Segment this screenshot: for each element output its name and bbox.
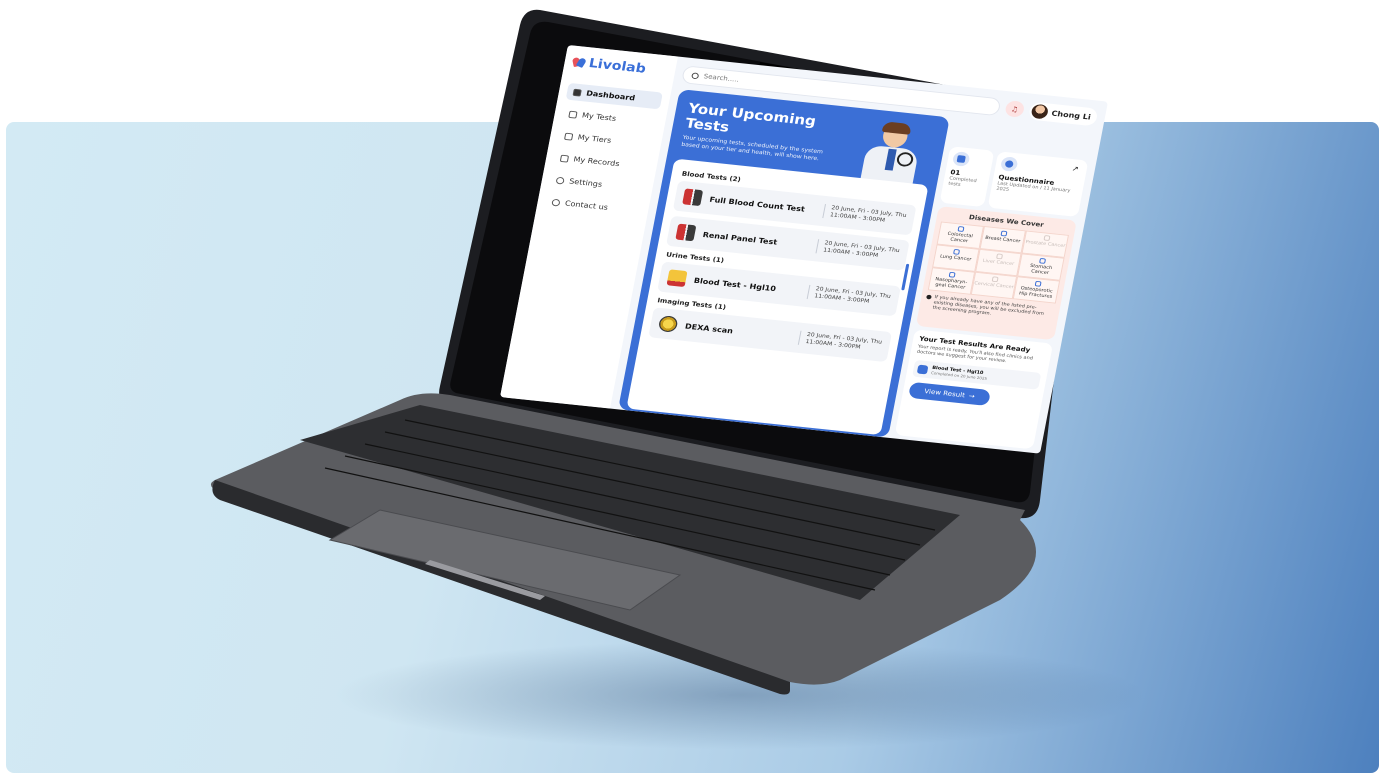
sidebar-item-label: My Tiers [576, 133, 612, 145]
notification-bell-icon[interactable]: ♫ [1004, 100, 1026, 118]
arrow-right-icon: → [968, 392, 976, 401]
gear-icon [555, 176, 565, 185]
sidebar-item-label: My Tests [581, 111, 617, 123]
disease-label: Colorectal Cancer [947, 231, 974, 245]
test-name: DEXA scan [684, 321, 734, 335]
disease-cervical: Cervical Cancer [970, 271, 1018, 300]
colon-icon [957, 226, 965, 233]
sidebar-item-my-tiers[interactable]: My Tiers [557, 127, 654, 154]
questionnaire-icon [999, 156, 1019, 172]
disease-label: Lung Cancer [939, 253, 972, 263]
test-name: Full Blood Count Test [708, 195, 806, 213]
questionnaire-card[interactable]: ↗ Questionnaire Last Updated on / 11 Jan… [987, 151, 1089, 218]
disease-label: Liver Cancer [982, 258, 1015, 267]
disease-label: Breast Cancer [984, 235, 1021, 245]
sidebar-item-dashboard[interactable]: Dashboard [565, 82, 663, 110]
completed-tests-card[interactable]: 01 Completed tests [939, 146, 995, 208]
arrow-up-right-icon[interactable]: ↗ [1071, 164, 1079, 173]
grid-icon [572, 88, 582, 97]
breast-icon [1000, 230, 1008, 237]
phone-icon [551, 198, 561, 207]
view-result-label: View Result [923, 387, 966, 400]
disease-label: Stomach Cancer [1029, 263, 1053, 276]
blood-test-icon [682, 188, 704, 207]
diseases-grid: Colorectal Cancer Breast Cancer Prostate… [927, 221, 1069, 304]
disease-label: Prostate Cancer [1025, 239, 1066, 249]
view-result-button[interactable]: View Result → [907, 381, 992, 407]
completed-label: Completed tests [947, 175, 978, 188]
app-screen: Livolab Dashboard My Tests My Tiers My R… [500, 45, 1108, 454]
test-name: Blood Test - Hgl10 [693, 276, 777, 293]
scan-icon [657, 315, 679, 333]
search-input[interactable] [703, 72, 855, 96]
test-schedule: 20 June, Fri - 03 July, Thu 11:00AM - 3:… [806, 284, 892, 308]
disease-hip-fractures: Osteoporotic Hip Fractures [1013, 276, 1061, 304]
test-icon [568, 110, 578, 119]
test-results-card: Your Test Results Are Ready Your report … [894, 329, 1054, 450]
liver-icon [996, 253, 1004, 260]
test-schedule: 20 June, Fri - 03 July, Thu 11:00AM - 3:… [797, 330, 883, 354]
info-icon [926, 294, 932, 300]
brand-name: Livolab [587, 56, 648, 77]
sidebar-item-contact-us[interactable]: Contact us [544, 193, 641, 220]
avatar [1030, 103, 1050, 120]
tier-icon [564, 132, 574, 141]
test-tube-icon [916, 364, 929, 375]
sidebar-item-label: Settings [568, 177, 603, 189]
sidebar-item-label: Contact us [564, 199, 609, 212]
test-schedule: 20 June, Fri - 03 July, Thu 11:00AM - 3:… [822, 203, 908, 227]
upcoming-tests-panel: Your Upcoming Tests Your upcoming tests,… [618, 89, 950, 438]
test-schedule: 20 June, Fri - 03 July, Thu 11:00AM - 3:… [815, 239, 901, 262]
diseases-card: Diseases We Cover Colorectal Cancer Brea… [915, 206, 1077, 341]
disease-label: Osteoporotic Hip Fractures [1018, 285, 1054, 300]
urine-cup-icon [666, 269, 688, 288]
sidebar-item-label: Dashboard [585, 89, 636, 103]
user-profile[interactable]: Chong Li [1027, 101, 1099, 127]
test-tube-icon [951, 151, 971, 167]
sidebar-item-my-tests[interactable]: My Tests [561, 105, 658, 132]
disease-nasopharyngeal: Nasopharyn-geal Cancer [927, 267, 975, 295]
test-name: Renal Panel Test [702, 230, 778, 247]
prostate-icon [1043, 235, 1051, 241]
brand-logo[interactable]: Livolab [572, 55, 669, 79]
disease-label: Nasopharyn-geal Cancer [934, 276, 968, 291]
nose-icon [948, 271, 956, 278]
search-icon [691, 71, 700, 79]
sidebar-item-settings[interactable]: Settings [549, 171, 646, 198]
disease-label: Cervical Cancer [973, 280, 1015, 291]
cervix-icon [991, 276, 999, 283]
tests-list: Blood Tests (2) Full Blood Count Test 20… [626, 158, 929, 436]
records-icon [559, 154, 570, 163]
sidebar-item-my-records[interactable]: My Records [553, 149, 650, 176]
lung-icon [953, 248, 961, 255]
bone-icon [1034, 280, 1042, 287]
sidebar-item-label: My Records [572, 155, 621, 168]
user-name: Chong Li [1050, 108, 1092, 121]
stomach-icon [1038, 257, 1046, 264]
heart-logo-icon [572, 57, 586, 67]
blood-test-icon [675, 223, 697, 242]
